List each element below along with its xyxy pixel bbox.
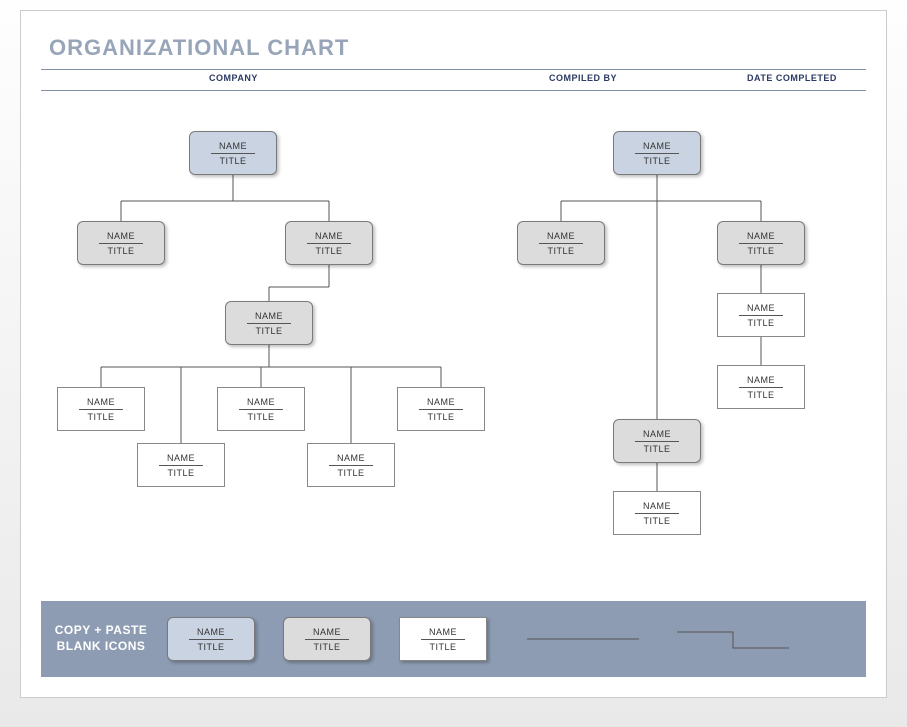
node-name: NAME bbox=[87, 397, 115, 407]
org-chart-canvas: NAME TITLE NAME TITLE NAME TITLE NAME TITLE… bbox=[21, 91, 886, 571]
footer-icons: NAME TITLE NAME TITLE NAME TITLE bbox=[167, 617, 487, 661]
node-divider bbox=[539, 243, 583, 244]
node-divider bbox=[189, 639, 233, 640]
node-name: NAME bbox=[247, 397, 275, 407]
org-node[interactable]: NAME TITLE bbox=[717, 293, 805, 337]
node-title: TITLE bbox=[313, 642, 340, 652]
page-title: ORGANIZATIONAL CHART bbox=[21, 11, 886, 69]
node-name: NAME bbox=[337, 453, 365, 463]
node-name: NAME bbox=[747, 303, 775, 313]
header-date-completed: DATE COMPLETED bbox=[747, 73, 837, 83]
org-node[interactable]: NAME TITLE bbox=[225, 301, 313, 345]
template-node-blue[interactable]: NAME TITLE bbox=[167, 617, 255, 661]
node-title: TITLE bbox=[167, 468, 194, 478]
org-node[interactable]: NAME TITLE bbox=[57, 387, 145, 431]
org-node[interactable]: NAME TITLE bbox=[137, 443, 225, 487]
org-node-root-right[interactable]: NAME TITLE bbox=[613, 131, 701, 175]
connector-samples bbox=[523, 624, 793, 654]
node-name: NAME bbox=[167, 453, 195, 463]
node-name: NAME bbox=[747, 231, 775, 241]
node-divider bbox=[99, 243, 143, 244]
node-name: NAME bbox=[107, 231, 135, 241]
node-divider bbox=[635, 153, 679, 154]
node-name: NAME bbox=[313, 627, 341, 637]
org-node-root-left[interactable]: NAME TITLE bbox=[189, 131, 277, 175]
node-title: TITLE bbox=[427, 412, 454, 422]
node-divider bbox=[419, 409, 463, 410]
node-divider bbox=[211, 153, 255, 154]
node-divider bbox=[159, 465, 203, 466]
connector-sample-h[interactable] bbox=[523, 624, 643, 654]
node-name: NAME bbox=[643, 141, 671, 151]
node-divider bbox=[421, 639, 465, 640]
template-node-white[interactable]: NAME TITLE bbox=[399, 617, 487, 661]
org-node[interactable]: NAME TITLE bbox=[77, 221, 165, 265]
node-title: TITLE bbox=[643, 516, 670, 526]
node-name: NAME bbox=[427, 397, 455, 407]
node-divider bbox=[739, 315, 783, 316]
org-node[interactable]: NAME TITLE bbox=[285, 221, 373, 265]
node-title: TITLE bbox=[643, 444, 670, 454]
node-divider bbox=[307, 243, 351, 244]
node-title: TITLE bbox=[107, 246, 134, 256]
node-title: TITLE bbox=[643, 156, 670, 166]
node-divider bbox=[247, 323, 291, 324]
org-node[interactable]: NAME TITLE bbox=[613, 491, 701, 535]
org-node[interactable]: NAME TITLE bbox=[717, 365, 805, 409]
node-title: TITLE bbox=[247, 412, 274, 422]
node-title: TITLE bbox=[747, 318, 774, 328]
document-page: ORGANIZATIONAL CHART COMPANY COMPILED BY… bbox=[20, 10, 887, 698]
header-row: COMPANY COMPILED BY DATE COMPLETED bbox=[41, 69, 866, 91]
org-node[interactable]: NAME TITLE bbox=[613, 419, 701, 463]
footer-label: COPY + PASTEBLANK ICONS bbox=[41, 623, 161, 654]
node-divider bbox=[635, 513, 679, 514]
connector-sample-l[interactable] bbox=[673, 624, 793, 654]
org-node[interactable]: NAME TITLE bbox=[397, 387, 485, 431]
node-title: TITLE bbox=[337, 468, 364, 478]
node-divider bbox=[329, 465, 373, 466]
node-divider bbox=[239, 409, 283, 410]
node-title: TITLE bbox=[747, 390, 774, 400]
node-name: NAME bbox=[643, 429, 671, 439]
node-divider bbox=[305, 639, 349, 640]
node-title: TITLE bbox=[197, 642, 224, 652]
org-node[interactable]: NAME TITLE bbox=[307, 443, 395, 487]
node-name: NAME bbox=[255, 311, 283, 321]
template-node-gray[interactable]: NAME TITLE bbox=[283, 617, 371, 661]
node-name: NAME bbox=[197, 627, 225, 637]
header-company: COMPANY bbox=[209, 73, 258, 83]
node-name: NAME bbox=[219, 141, 247, 151]
node-name: NAME bbox=[315, 231, 343, 241]
node-title: TITLE bbox=[255, 326, 282, 336]
node-title: TITLE bbox=[87, 412, 114, 422]
node-name: NAME bbox=[643, 501, 671, 511]
org-node[interactable]: NAME TITLE bbox=[717, 221, 805, 265]
node-divider bbox=[739, 243, 783, 244]
node-title: TITLE bbox=[219, 156, 246, 166]
node-title: TITLE bbox=[315, 246, 342, 256]
node-title: TITLE bbox=[429, 642, 456, 652]
node-name: NAME bbox=[747, 375, 775, 385]
node-title: TITLE bbox=[747, 246, 774, 256]
node-name: NAME bbox=[429, 627, 457, 637]
footer-bar: COPY + PASTEBLANK ICONS NAME TITLE NAME TI… bbox=[41, 601, 866, 677]
header-compiled-by: COMPILED BY bbox=[549, 73, 617, 83]
node-divider bbox=[79, 409, 123, 410]
node-divider bbox=[739, 387, 783, 388]
org-node[interactable]: NAME TITLE bbox=[217, 387, 305, 431]
node-title: TITLE bbox=[547, 246, 574, 256]
node-divider bbox=[635, 441, 679, 442]
node-name: NAME bbox=[547, 231, 575, 241]
org-node[interactable]: NAME TITLE bbox=[517, 221, 605, 265]
